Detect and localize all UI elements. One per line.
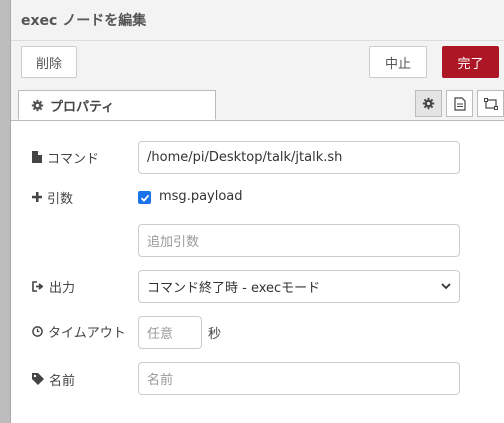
- args-label: 引数: [32, 187, 73, 207]
- timeout-input[interactable]: 任意: [138, 316, 202, 349]
- file-icon: [32, 151, 42, 163]
- chevron-down-icon: [441, 283, 451, 290]
- edit-dialog: exec ノードを編集 削除 中止 完了 プロパティ コマンド /home/pi…: [0, 0, 504, 423]
- name-input[interactable]: 名前: [138, 362, 460, 395]
- clock-icon: [32, 325, 43, 337]
- check-icon: [140, 194, 149, 202]
- gear-icon: [422, 97, 435, 110]
- command-input[interactable]: /home/pi/Desktop/talk/jtalk.sh: [138, 141, 460, 174]
- tab-properties[interactable]: プロパティ: [18, 90, 216, 120]
- payload-checkbox[interactable]: [138, 191, 151, 204]
- plus-icon: [32, 192, 42, 202]
- gear-icon: [31, 99, 44, 111]
- sign-out-icon: [32, 280, 44, 292]
- resize-handle[interactable]: [0, 0, 11, 423]
- output-select[interactable]: コマンド終了時 - execモード: [138, 270, 460, 303]
- tag-icon: [32, 373, 44, 385]
- tab-properties-label: プロパティ: [50, 99, 115, 115]
- timeout-label: タイムアウト: [32, 321, 126, 341]
- appearance-icon: [483, 97, 498, 110]
- delete-button[interactable]: 削除: [21, 46, 77, 78]
- output-select-value: コマンド終了時 - execモード: [147, 281, 321, 296]
- description-icon: [453, 96, 466, 111]
- output-label: 出力: [32, 276, 75, 296]
- tab-bar: プロパティ: [11, 84, 504, 121]
- properties-panel: コマンド /home/pi/Desktop/talk/jtalk.sh 引数 m…: [11, 121, 504, 423]
- timeout-unit: 秒: [208, 327, 222, 342]
- dialog-title: exec ノードを編集: [21, 13, 147, 29]
- side-tab-properties[interactable]: [415, 90, 442, 117]
- cancel-button[interactable]: 中止: [369, 46, 427, 78]
- done-button[interactable]: 完了: [442, 46, 499, 78]
- command-label: コマンド: [32, 147, 99, 167]
- name-label: 名前: [32, 369, 75, 389]
- extra-args-input[interactable]: 追加引数: [138, 224, 460, 257]
- side-tab-description[interactable]: [446, 90, 473, 117]
- dialog-toolbar: 削除 中止 完了: [11, 40, 504, 85]
- payload-checkbox-label: msg.payload: [159, 189, 243, 204]
- side-tab-appearance[interactable]: [477, 90, 504, 117]
